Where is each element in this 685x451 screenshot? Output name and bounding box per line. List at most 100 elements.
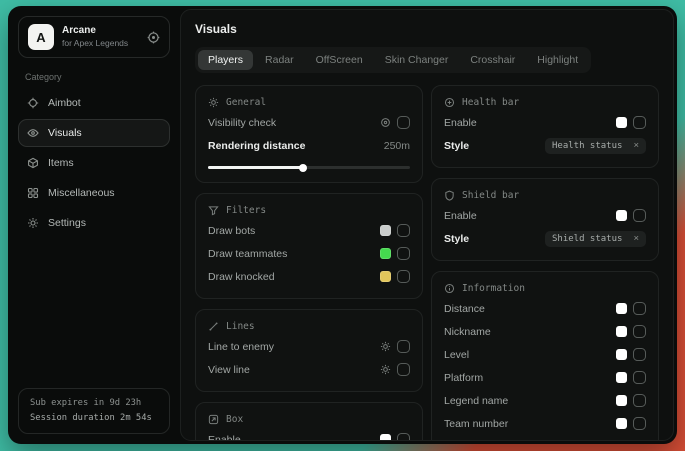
row-nickname: Nickname (444, 321, 646, 342)
box-card: Box Enable Enable background (195, 402, 423, 441)
row-team-number: Team number (444, 413, 646, 434)
visibility-check-checkbox[interactable] (397, 116, 410, 129)
legend-name-checkbox[interactable] (633, 394, 646, 407)
sidebar-item-items[interactable]: Items (18, 149, 170, 177)
level-checkbox[interactable] (633, 348, 646, 361)
app-subtitle: for Apex Legends (62, 38, 128, 48)
sidebar-item-settings[interactable]: Settings (18, 209, 170, 237)
color-swatch[interactable] (616, 210, 627, 221)
diagonal-line-icon (208, 321, 219, 332)
gear-icon[interactable] (380, 341, 391, 352)
row-line-to-enemy: Line to enemy (208, 336, 410, 357)
color-swatch[interactable] (616, 349, 627, 360)
box-icon (208, 414, 219, 425)
line-to-enemy-checkbox[interactable] (397, 340, 410, 353)
health-enable-checkbox[interactable] (633, 116, 646, 129)
tab-highlight[interactable]: Highlight (527, 50, 588, 70)
grid-icon (27, 187, 39, 199)
health-style-select[interactable]: Health status × (545, 138, 646, 154)
info-icon (444, 283, 455, 294)
app-window: A Arcane for Apex Legends Category (8, 6, 677, 444)
page-title: Visuals (195, 22, 659, 36)
eye-settings-icon[interactable] (380, 117, 391, 128)
section-title: Shield bar (462, 190, 519, 201)
slider-thumb[interactable] (299, 164, 307, 172)
color-swatch[interactable] (616, 418, 627, 429)
row-draw-knocked: Draw knocked (208, 266, 410, 287)
gear-icon (27, 217, 39, 229)
draw-teammates-checkbox[interactable] (397, 247, 410, 260)
draw-bots-checkbox[interactable] (397, 224, 410, 237)
section-title: Information (462, 283, 525, 294)
team-number-checkbox[interactable] (633, 417, 646, 430)
app-header-card: A Arcane for Apex Legends (18, 16, 170, 58)
color-swatch[interactable] (616, 303, 627, 314)
row-weapon-in-hands: Weapon in hands (444, 436, 646, 441)
tab-players[interactable]: Players (198, 50, 253, 70)
sidebar-item-visuals[interactable]: Visuals (18, 119, 170, 147)
tab-offscreen[interactable]: OffScreen (306, 50, 373, 70)
color-swatch[interactable] (616, 372, 627, 383)
row-draw-teammates: Draw teammates (208, 243, 410, 264)
section-title: General (226, 97, 266, 108)
row-distance: Distance (444, 298, 646, 319)
row-rendering-distance: Rendering distance 250m (208, 135, 410, 156)
tab-radar[interactable]: Radar (255, 50, 304, 70)
rendering-distance-slider[interactable] (208, 163, 410, 171)
health-icon (444, 97, 455, 108)
lines-card: Lines Line to enemy (195, 309, 423, 392)
sun-gear-icon (208, 97, 219, 108)
information-card: Information Distance Nickname (431, 271, 659, 441)
box-enable-checkbox[interactable] (397, 433, 410, 441)
sidebar-item-label: Settings (48, 217, 86, 229)
row-draw-bots: Draw bots (208, 220, 410, 241)
row-legend-name: Legend name (444, 390, 646, 411)
sidebar: A Arcane for Apex Legends Category (8, 6, 180, 444)
desktop-background: A Arcane for Apex Legends Category (0, 0, 685, 451)
row-shield-enable: Enable (444, 205, 646, 226)
row-shield-style: Style Shield status × (444, 228, 646, 249)
color-swatch[interactable] (616, 117, 627, 128)
gear-icon[interactable] (380, 364, 391, 375)
tab-crosshair[interactable]: Crosshair (460, 50, 525, 70)
sidebar-item-aimbot[interactable]: Aimbot (18, 89, 170, 117)
color-swatch[interactable] (380, 434, 391, 441)
section-title: Health bar (462, 97, 519, 108)
remove-icon[interactable]: × (633, 234, 639, 244)
sidebar-item-label: Visuals (48, 127, 82, 139)
sidebar-item-label: Miscellaneous (48, 187, 115, 199)
platform-checkbox[interactable] (633, 371, 646, 384)
remove-icon[interactable]: × (633, 141, 639, 151)
sidebar-item-label: Aimbot (48, 97, 81, 109)
target-icon[interactable] (147, 31, 160, 44)
package-icon (27, 157, 39, 169)
color-swatch[interactable] (616, 326, 627, 337)
tab-skin-changer[interactable]: Skin Changer (375, 50, 459, 70)
section-title: Filters (226, 205, 266, 216)
nickname-checkbox[interactable] (633, 325, 646, 338)
shield-style-select[interactable]: Shield status × (545, 231, 646, 247)
session-duration-text: Session duration 2m 54s (30, 411, 158, 426)
shield-enable-checkbox[interactable] (633, 209, 646, 222)
distance-checkbox[interactable] (633, 302, 646, 315)
draw-knocked-checkbox[interactable] (397, 270, 410, 283)
health-bar-card: Health bar Enable Style (431, 85, 659, 168)
color-swatch[interactable] (616, 395, 627, 406)
sidebar-item-miscellaneous[interactable]: Miscellaneous (18, 179, 170, 207)
crosshair-icon (27, 97, 39, 109)
row-platform: Platform (444, 367, 646, 388)
color-swatch[interactable] (380, 225, 391, 236)
color-swatch[interactable] (380, 248, 391, 259)
section-title: Box (226, 414, 243, 425)
subscription-card: Sub expires in 9d 23h Session duration 2… (18, 388, 170, 434)
weapon-in-hands-checkbox[interactable] (633, 440, 646, 441)
right-column: Health bar Enable Style (431, 85, 659, 428)
sub-expires-text: Sub expires in 9d 23h (30, 396, 158, 411)
row-level: Level (444, 344, 646, 365)
row-health-style: Style Health status × (444, 135, 646, 156)
view-line-checkbox[interactable] (397, 363, 410, 376)
left-column: General Visibility check (195, 85, 423, 428)
rendering-distance-value: 250m (384, 140, 410, 152)
color-swatch[interactable] (380, 271, 391, 282)
sidebar-item-label: Items (48, 157, 74, 169)
